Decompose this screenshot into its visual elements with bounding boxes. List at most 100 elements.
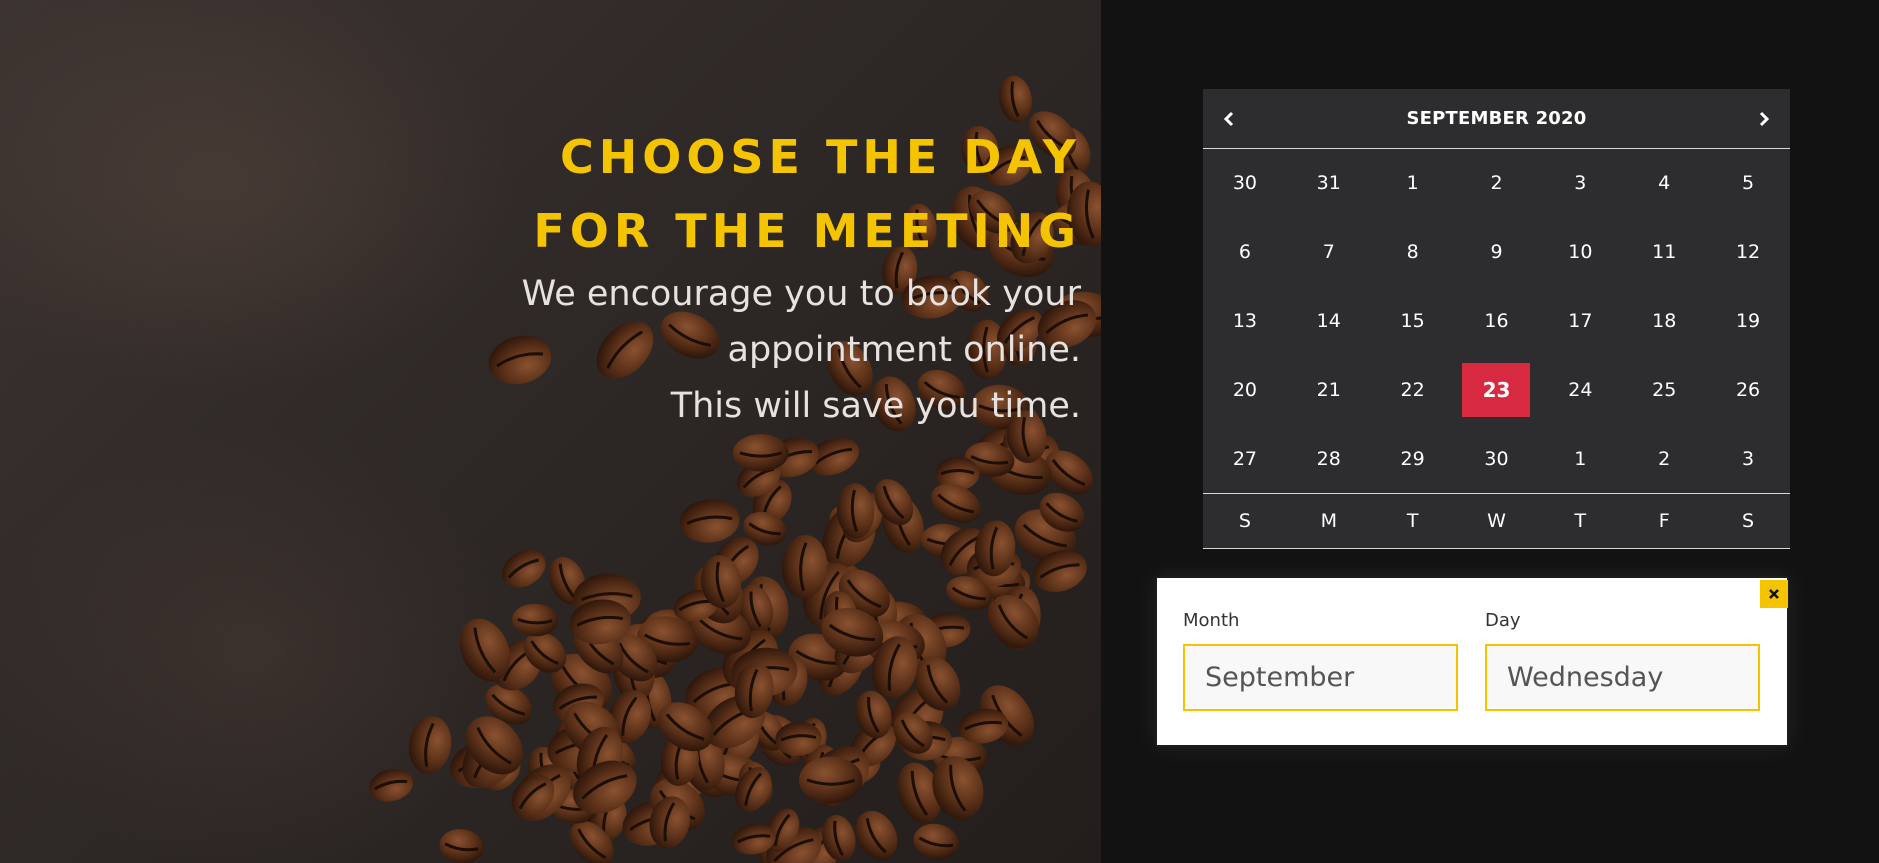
- chevron-right-icon: [1759, 111, 1770, 127]
- calendar-day-number: 21: [1316, 378, 1341, 401]
- calendar-day-number: 5: [1742, 172, 1755, 195]
- calendar-day-number: 7: [1322, 241, 1335, 264]
- calendar-day-number: 24: [1568, 378, 1593, 401]
- calendar-day-number: 25: [1652, 378, 1677, 401]
- calendar-day[interactable]: 30: [1455, 424, 1539, 493]
- calendar-day-number: 3: [1574, 172, 1587, 195]
- calendar-day[interactable]: 9: [1455, 218, 1539, 287]
- calendar-day[interactable]: 20: [1203, 355, 1287, 424]
- hero-subtitle: We encourage you to book your appointmen…: [381, 266, 1081, 434]
- next-month-button[interactable]: [1738, 89, 1790, 149]
- calendar-day[interactable]: 7: [1287, 218, 1371, 287]
- calendar-day-number: 22: [1400, 378, 1425, 401]
- calendar-day[interactable]: 2: [1455, 149, 1539, 218]
- calendar-day-number: 6: [1238, 241, 1251, 264]
- calendar-day-number: 31: [1316, 172, 1341, 195]
- calendar-day[interactable]: 25: [1622, 355, 1706, 424]
- calendar-day-number: 4: [1658, 172, 1671, 195]
- calendar-day-number: 30: [1484, 447, 1509, 470]
- calendar-day[interactable]: 27: [1203, 424, 1287, 493]
- calendar-day-number: 2: [1490, 172, 1503, 195]
- calendar-day-selected[interactable]: 23: [1455, 355, 1539, 424]
- month-field: Month: [1183, 610, 1458, 711]
- calendar-days-grid: 30 31 1 2 3 4 5 6 7 8 9 10 11 12 13 14 15 16 17 18 19 20 21 22 2…: [1203, 149, 1790, 493]
- calendar-header: SEPTEMBER 2020: [1203, 89, 1790, 149]
- calendar-day[interactable]: 22: [1371, 355, 1455, 424]
- calendar-day-number: 30: [1232, 172, 1258, 195]
- hero-subtitle-line: We encourage you to book your: [521, 274, 1081, 314]
- calendar-day-number: 18: [1652, 309, 1677, 332]
- calendar-day[interactable]: 3: [1706, 424, 1790, 493]
- calendar-day[interactable]: 3: [1538, 149, 1622, 218]
- calendar-day[interactable]: 28: [1287, 424, 1371, 493]
- calendar-day[interactable]: 6: [1203, 218, 1287, 287]
- calendar-day-number: 20: [1232, 378, 1258, 401]
- close-icon: [1769, 589, 1779, 599]
- hero-subtitle-line: appointment online.: [727, 330, 1081, 370]
- calendar-day-number: 10: [1568, 241, 1593, 264]
- calendar-day-number: 1: [1574, 447, 1587, 470]
- weekday-label: S: [1742, 510, 1755, 532]
- calendar-day[interactable]: 13: [1203, 287, 1287, 356]
- calendar-day[interactable]: 5: [1706, 149, 1790, 218]
- calendar-day[interactable]: 15: [1371, 287, 1455, 356]
- calendar-day[interactable]: 1: [1538, 424, 1622, 493]
- calendar-day-number: 19: [1735, 309, 1761, 332]
- calendar-day[interactable]: 8: [1371, 218, 1455, 287]
- hero-subtitle-line: This will save you time.: [670, 386, 1081, 426]
- weekday-label: W: [1487, 510, 1506, 532]
- calendar-day[interactable]: 31: [1287, 149, 1371, 218]
- hero-text: CHOOSE THE DAY FOR THE MEETING We encour…: [381, 120, 1081, 434]
- weekday-label: M: [1320, 510, 1337, 532]
- day-field: Day: [1485, 610, 1760, 711]
- month-label: Month: [1183, 610, 1240, 631]
- prev-month-button[interactable]: [1203, 89, 1255, 149]
- calendar-day[interactable]: 21: [1287, 355, 1371, 424]
- calendar-day[interactable]: 4: [1622, 149, 1706, 218]
- calendar-day[interactable]: 17: [1538, 287, 1622, 356]
- hero-background: CHOOSE THE DAY FOR THE MEETING We encour…: [0, 0, 1101, 863]
- weekday-label: T: [1574, 510, 1587, 532]
- calendar: SEPTEMBER 2020 30 31 1 2 3 4 5 6 7 8 9 10 11 12 13 14 15…: [1203, 89, 1790, 549]
- month-input[interactable]: [1183, 644, 1458, 711]
- calendar-day-number: 13: [1232, 309, 1258, 332]
- calendar-day-number: 16: [1484, 309, 1509, 332]
- calendar-day-number: 17: [1568, 309, 1593, 332]
- calendar-day[interactable]: 2: [1622, 424, 1706, 493]
- calendar-day-number: 15: [1400, 309, 1425, 332]
- close-button[interactable]: [1760, 580, 1788, 608]
- calendar-day-number: 9: [1490, 241, 1503, 264]
- calendar-title: SEPTEMBER 2020: [1406, 108, 1587, 129]
- calendar-day[interactable]: 19: [1706, 287, 1790, 356]
- calendar-day[interactable]: 1: [1371, 149, 1455, 218]
- weekday-header-row: SMTWTFS: [1203, 493, 1790, 549]
- chevron-left-icon: [1223, 111, 1234, 127]
- calendar-day-number: 14: [1316, 309, 1341, 332]
- calendar-day[interactable]: 14: [1287, 287, 1371, 356]
- calendar-day-number: 2: [1658, 447, 1671, 470]
- calendar-day-number: 26: [1735, 378, 1761, 401]
- hero-title-line: CHOOSE THE DAY: [559, 130, 1081, 184]
- calendar-day[interactable]: 11: [1622, 218, 1706, 287]
- weekday-label: S: [1238, 510, 1251, 532]
- weekday-label: F: [1658, 510, 1670, 532]
- selection-card: Month Day: [1155, 576, 1789, 747]
- calendar-day[interactable]: 30: [1203, 149, 1287, 218]
- calendar-day-number: 1: [1406, 172, 1419, 195]
- calendar-day-number: 23: [1462, 362, 1531, 417]
- calendar-day[interactable]: 16: [1455, 287, 1539, 356]
- calendar-day-number: 8: [1406, 241, 1419, 264]
- hero-title: CHOOSE THE DAY FOR THE MEETING: [381, 120, 1081, 268]
- calendar-day-number: 11: [1652, 241, 1677, 264]
- calendar-day[interactable]: 24: [1538, 355, 1622, 424]
- calendar-day[interactable]: 12: [1706, 218, 1790, 287]
- hero-title-line: FOR THE MEETING: [533, 204, 1081, 258]
- calendar-day-number: 3: [1742, 447, 1755, 470]
- calendar-day[interactable]: 26: [1706, 355, 1790, 424]
- calendar-day[interactable]: 29: [1371, 424, 1455, 493]
- calendar-day-number: 27: [1232, 447, 1258, 470]
- day-label: Day: [1485, 610, 1521, 631]
- calendar-day[interactable]: 18: [1622, 287, 1706, 356]
- day-input[interactable]: [1485, 644, 1760, 711]
- calendar-day[interactable]: 10: [1538, 218, 1622, 287]
